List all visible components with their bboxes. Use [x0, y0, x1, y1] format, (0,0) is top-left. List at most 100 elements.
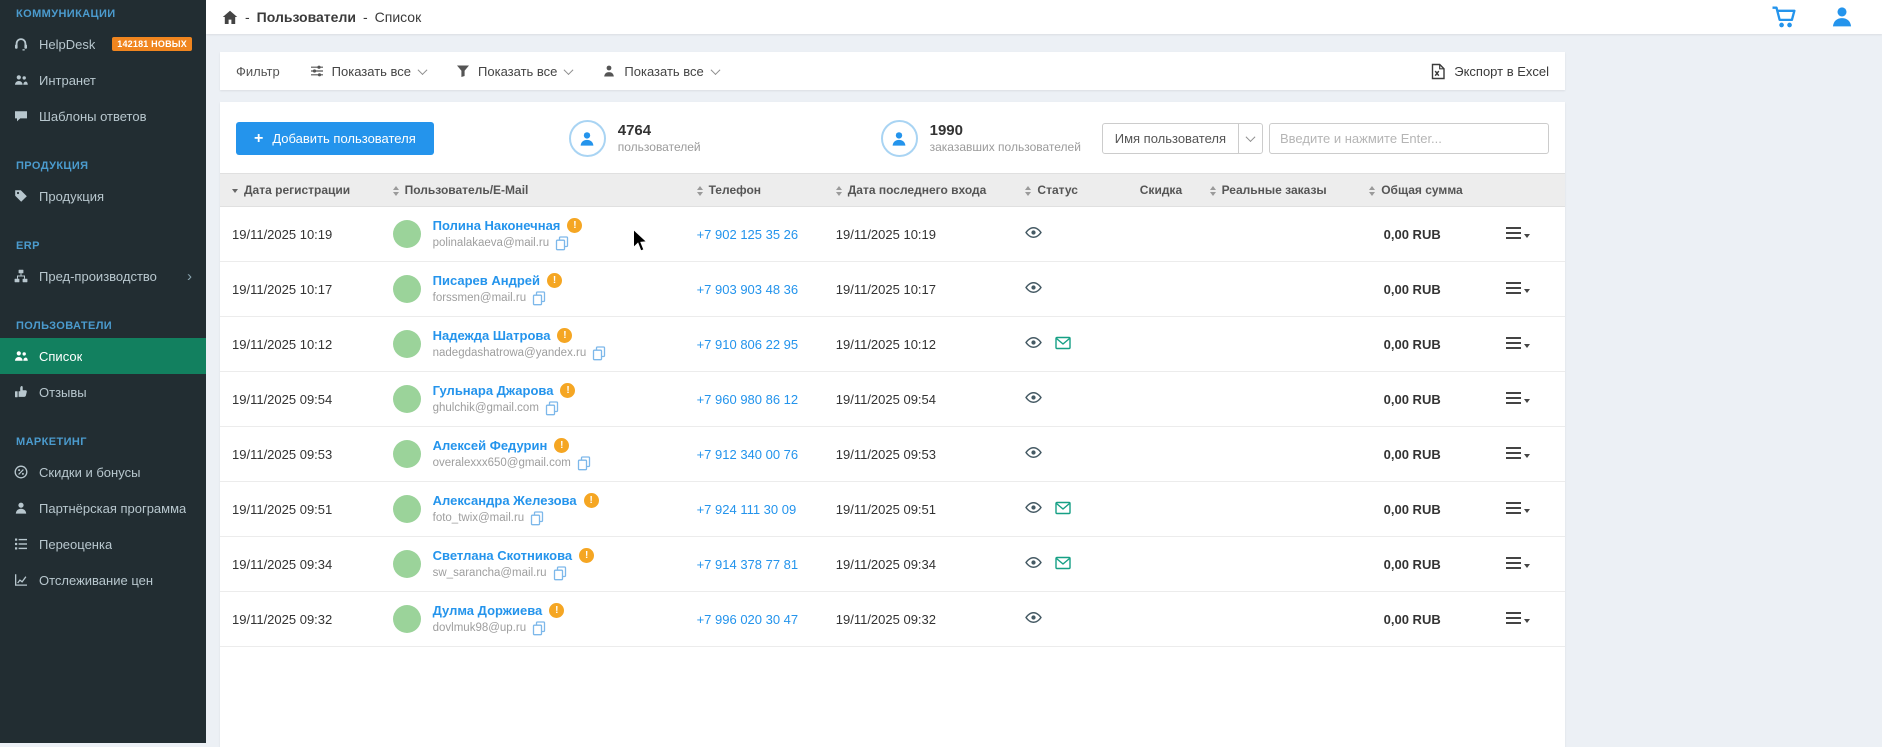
menu-icon — [1505, 556, 1521, 569]
copy-icon[interactable] — [530, 510, 544, 526]
copy-icon[interactable] — [553, 565, 567, 581]
user-email: ghulchik@gmail.com — [432, 402, 539, 414]
copy-icon[interactable] — [555, 235, 569, 251]
sidebar-item-intranet[interactable]: Интранет — [0, 62, 206, 98]
copy-icon[interactable] — [532, 620, 546, 636]
user-name-link[interactable]: Писарев Андрей — [433, 273, 540, 288]
last-login-date: 19/11/2025 09:34 — [835, 556, 936, 572]
user-name-link[interactable]: Светлана Скотникова — [433, 548, 573, 563]
user-account-icon[interactable] — [1830, 5, 1854, 29]
caret-down-icon — [1523, 563, 1530, 568]
sidebar-item-reviews[interactable]: Отзывы — [0, 374, 206, 410]
column-header-phone[interactable]: Телефон — [688, 173, 828, 207]
column-header-last-login[interactable]: Дата последнего входа — [827, 173, 1018, 207]
export-excel-button[interactable]: Экспорт в Excel — [1430, 63, 1549, 80]
sidebar-section-header: КОММУНИКАЦИИ — [16, 8, 116, 20]
sidebar-item-price-tracking[interactable]: Отслеживание цен — [0, 562, 206, 598]
user-name-link[interactable]: Полина Наконечная — [433, 218, 561, 233]
table-row: 19/11/2025 09:54 Гульнара Джарова ghulch… — [220, 371, 1565, 427]
funnel-icon — [457, 65, 470, 77]
column-header-real-orders[interactable]: Реальные заказы — [1201, 173, 1362, 207]
sort-icon — [392, 185, 399, 196]
table-row: 19/11/2025 10:17 Писарев Андрей forssmen… — [220, 261, 1565, 317]
home-link[interactable] — [222, 10, 238, 25]
phone-link[interactable]: +7 996 020 30 47 — [697, 612, 799, 627]
cart-icon[interactable] — [1771, 6, 1796, 28]
add-user-button[interactable]: + Добавить пользователя — [236, 122, 434, 155]
caret-down-icon — [1523, 618, 1530, 623]
phone-link[interactable]: +7 903 903 48 36 — [697, 282, 799, 297]
table-header-row: Дата регистрации Пользователь/E-Mail Тел… — [220, 173, 1565, 207]
chat-bubble-icon — [15, 111, 27, 122]
sidebar-item-label: Пред-производство — [39, 268, 157, 284]
user-email: forssmen@mail.ru — [432, 292, 527, 304]
row-actions-menu-button[interactable] — [1505, 226, 1530, 239]
sidebar-item-helpdesk[interactable]: HelpDesk 142181 НОВЫХ — [0, 26, 206, 62]
eye-status-icon[interactable] — [1025, 610, 1043, 625]
warning-icon — [583, 492, 599, 508]
users-table-body: 19/11/2025 10:19 Полина Наконечная polin… — [220, 206, 1565, 647]
sort-icon — [1209, 185, 1216, 196]
avatar — [392, 550, 421, 578]
eye-status-icon[interactable] — [1025, 500, 1043, 515]
eye-status-icon[interactable] — [1025, 390, 1043, 405]
mail-status-icon[interactable] — [1055, 556, 1071, 570]
eye-status-icon[interactable] — [1025, 445, 1043, 460]
sidebar-item-users-list[interactable]: Список — [0, 338, 206, 374]
sidebar-item-discounts[interactable]: Скидки и бонусы — [0, 454, 206, 490]
users-table: Дата регистрации Пользователь/E-Mail Тел… — [220, 173, 1565, 647]
chart-icon — [15, 574, 27, 586]
search-area: Имя пользователя — [1101, 123, 1549, 154]
copy-icon[interactable] — [592, 345, 606, 361]
copy-icon[interactable] — [532, 290, 546, 306]
row-actions-menu-button[interactable] — [1505, 501, 1530, 514]
row-actions-menu-button[interactable] — [1505, 446, 1530, 459]
eye-status-icon[interactable] — [1025, 555, 1043, 570]
eye-status-icon[interactable] — [1025, 280, 1043, 295]
copy-icon[interactable] — [577, 455, 591, 471]
row-actions-menu-button[interactable] — [1505, 611, 1530, 624]
mail-status-icon[interactable] — [1055, 501, 1071, 515]
home-icon — [222, 10, 238, 24]
table-row: 19/11/2025 09:34 Светлана Скотникова sw_… — [220, 536, 1565, 592]
user-name-link[interactable]: Александра Железова — [433, 493, 577, 508]
row-actions-menu-button[interactable] — [1505, 391, 1530, 404]
eye-status-icon[interactable] — [1025, 225, 1043, 240]
row-actions-menu-button[interactable] — [1505, 281, 1530, 294]
column-header-user-email[interactable]: Пользователь/E-Mail — [384, 173, 689, 207]
chevron-right-icon: › — [187, 267, 192, 285]
filter-dropdown-1[interactable]: Показать все — [310, 64, 428, 79]
breadcrumb-section[interactable]: Пользователи — [257, 9, 356, 25]
phone-link[interactable]: +7 912 340 00 76 — [697, 447, 799, 462]
row-actions-menu-button[interactable] — [1505, 336, 1530, 349]
user-name-link[interactable]: Алексей Федурин — [433, 438, 548, 453]
sidebar-item-repricing[interactable]: Переоценка — [0, 526, 206, 562]
user-name-link[interactable]: Дулма Доржиева — [433, 603, 543, 618]
sidebar-item-label: Интранет — [39, 72, 96, 88]
user-name-link[interactable]: Гульнара Джарова — [433, 383, 554, 398]
filter-dropdown-2[interactable]: Показать все — [456, 64, 574, 79]
menu-icon — [1505, 611, 1521, 624]
mail-status-icon[interactable] — [1055, 336, 1071, 350]
sidebar-item-preproduction[interactable]: Пред-производство › — [0, 258, 206, 294]
sidebar-item-partner-program[interactable]: Партнёрская программа — [0, 490, 206, 526]
phone-link[interactable]: +7 902 125 35 26 — [697, 227, 799, 242]
search-input[interactable] — [1269, 123, 1549, 154]
column-header-total[interactable]: Общая сумма — [1361, 173, 1471, 207]
filter-dropdown-3[interactable]: Показать все — [602, 64, 721, 79]
column-header-discount[interactable]: Скидка — [1131, 173, 1202, 207]
phone-link[interactable]: +7 924 111 30 09 — [697, 502, 797, 517]
search-field-select[interactable]: Имя пользователя — [1101, 123, 1263, 154]
row-actions-menu-button[interactable] — [1505, 556, 1530, 569]
phone-link[interactable]: +7 960 980 86 12 — [697, 392, 799, 407]
copy-icon[interactable] — [545, 400, 559, 416]
avatar — [392, 495, 421, 523]
column-header-registration-date[interactable]: Дата регистрации — [220, 173, 385, 207]
eye-status-icon[interactable] — [1025, 335, 1043, 350]
column-header-status[interactable]: Статус — [1017, 173, 1132, 207]
phone-link[interactable]: +7 914 378 77 81 — [697, 557, 799, 572]
sidebar-item-answer-templates[interactable]: Шаблоны ответов — [0, 98, 206, 134]
phone-link[interactable]: +7 910 806 22 95 — [697, 337, 799, 352]
user-name-link[interactable]: Надежда Шатрова — [433, 328, 551, 343]
sidebar-item-products[interactable]: Продукция — [0, 178, 206, 214]
